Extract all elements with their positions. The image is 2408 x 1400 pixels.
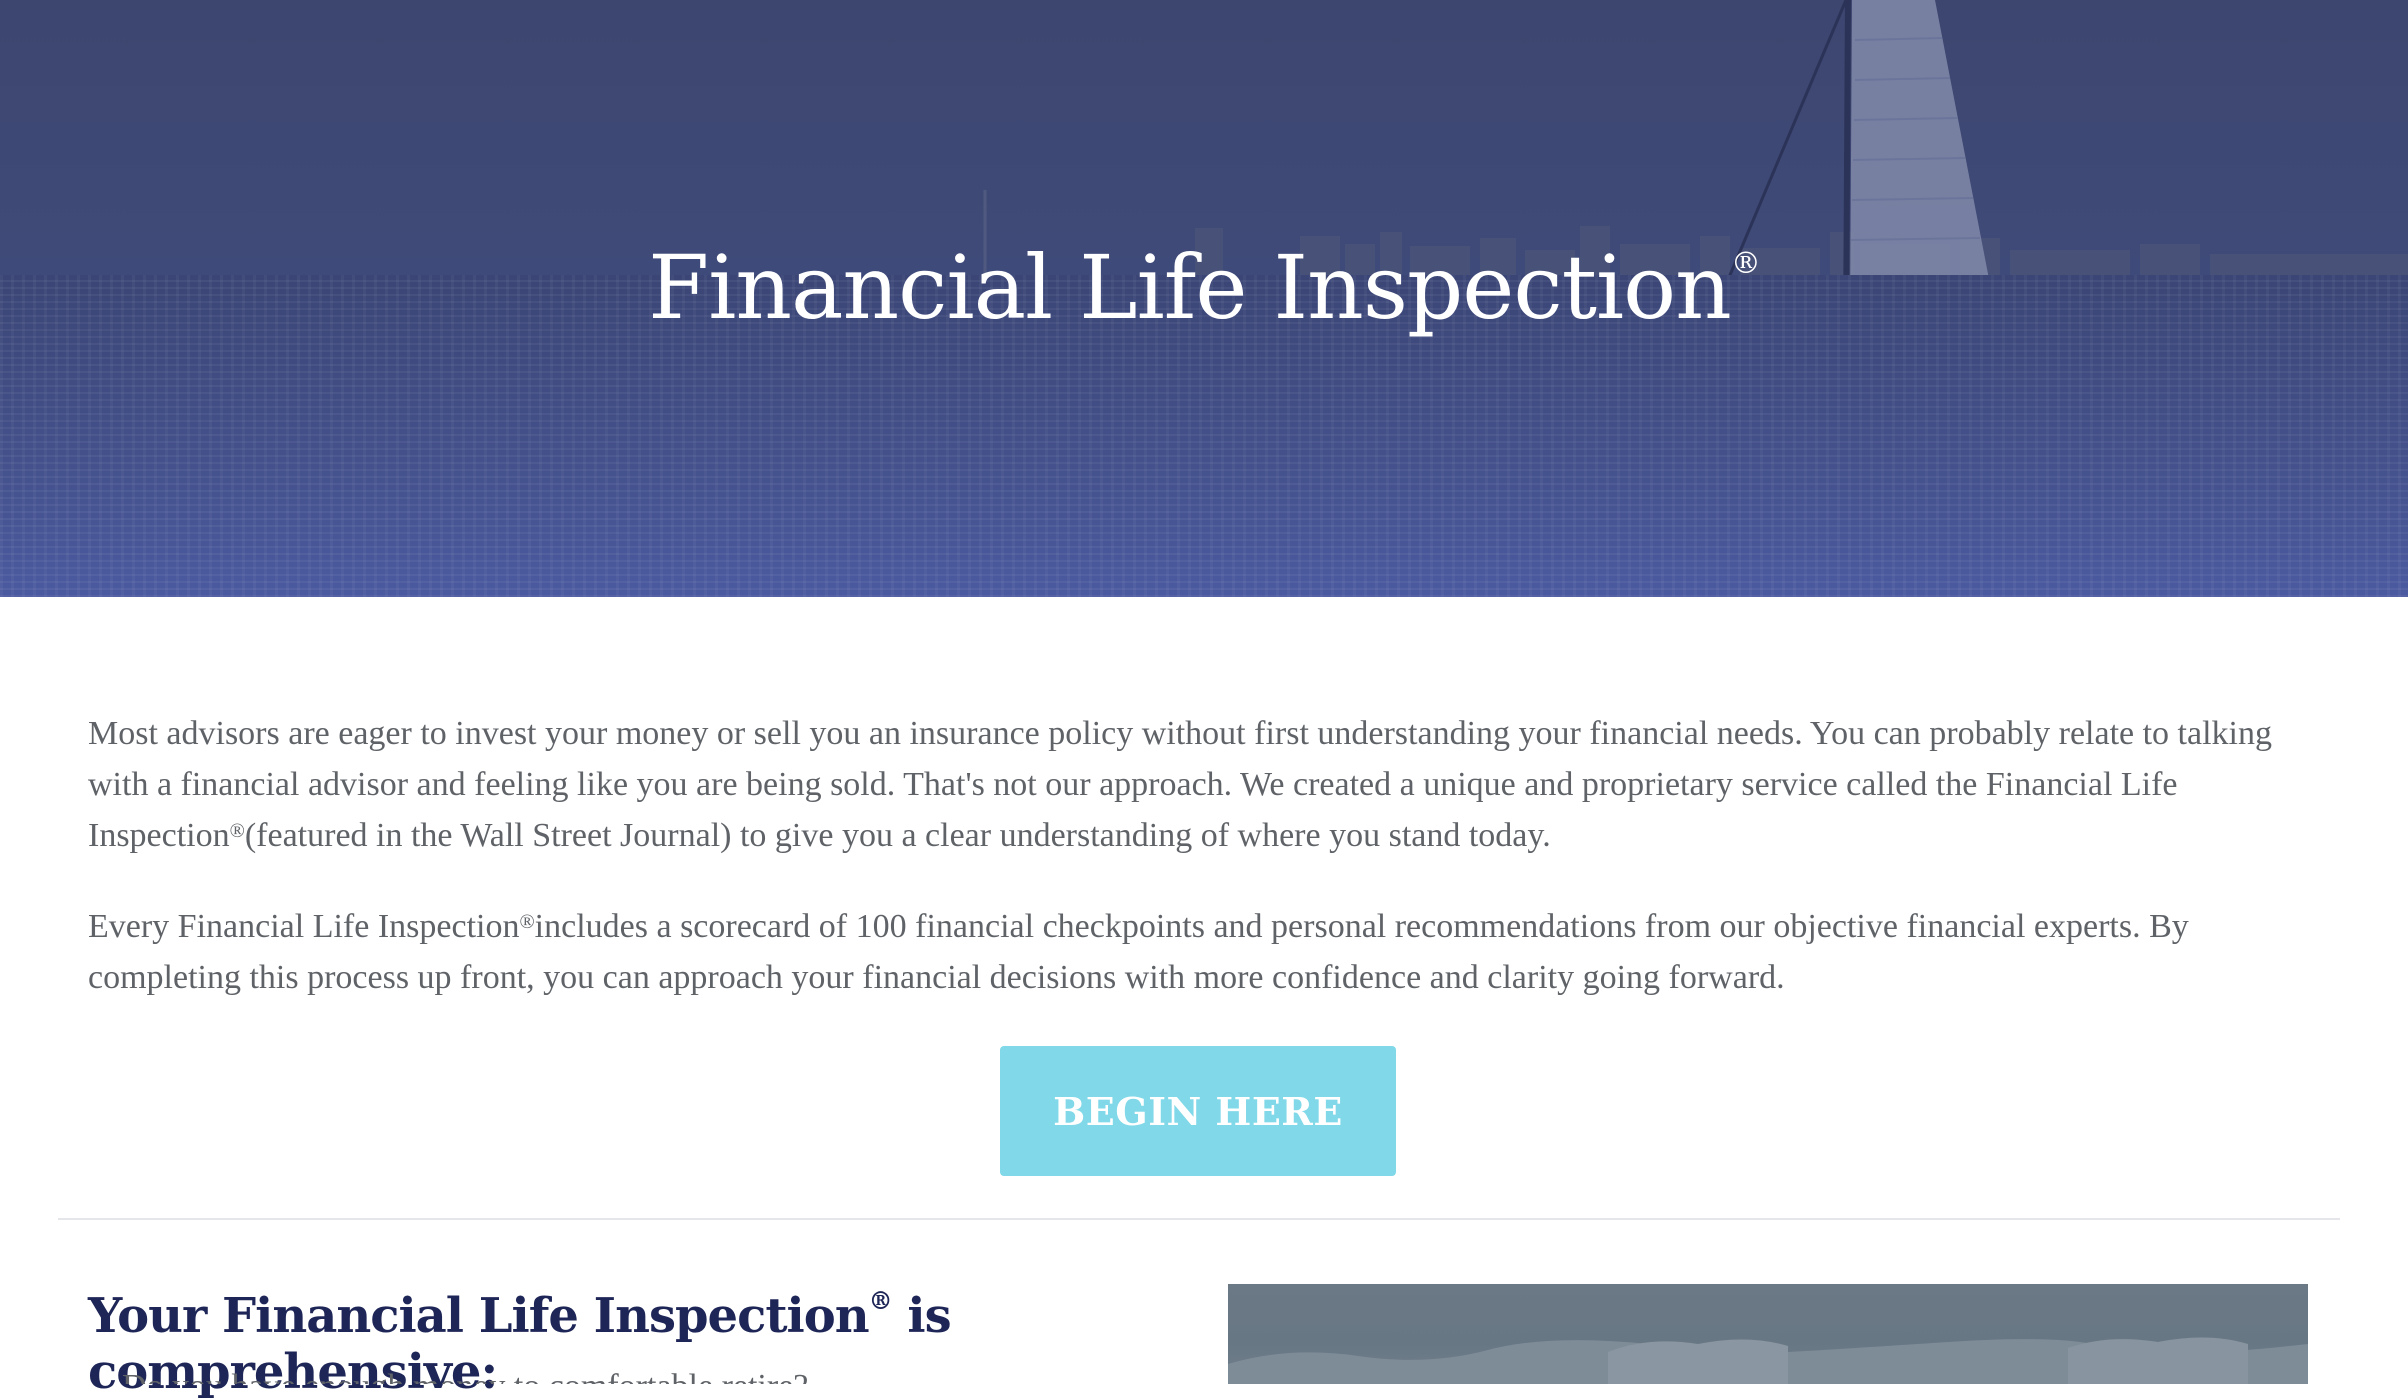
begin-here-button[interactable]: BEGIN HERE (1000, 1046, 1396, 1176)
intro-paragraph-2: Every Financial Life Inspection®includes… (88, 908, 2189, 996)
intro-section: Most advisors are eager to invest your m… (88, 708, 2328, 1043)
hero-banner: Financial Life Inspection® (0, 0, 2408, 597)
page-title: Financial Life Inspection® (648, 236, 1761, 339)
section-divider (58, 1218, 2340, 1220)
intro-paragraph-1: Most advisors are eager to invest your m… (88, 715, 2272, 854)
section-image (1228, 1284, 2308, 1384)
comprehensive-list: Do you have enough money to comfortable … (88, 1370, 1188, 1384)
list-item: Do you have enough money to comfortable … (88, 1370, 1188, 1384)
registered-mark: ® (1730, 246, 1761, 281)
landscape-image (1228, 1337, 2308, 1384)
